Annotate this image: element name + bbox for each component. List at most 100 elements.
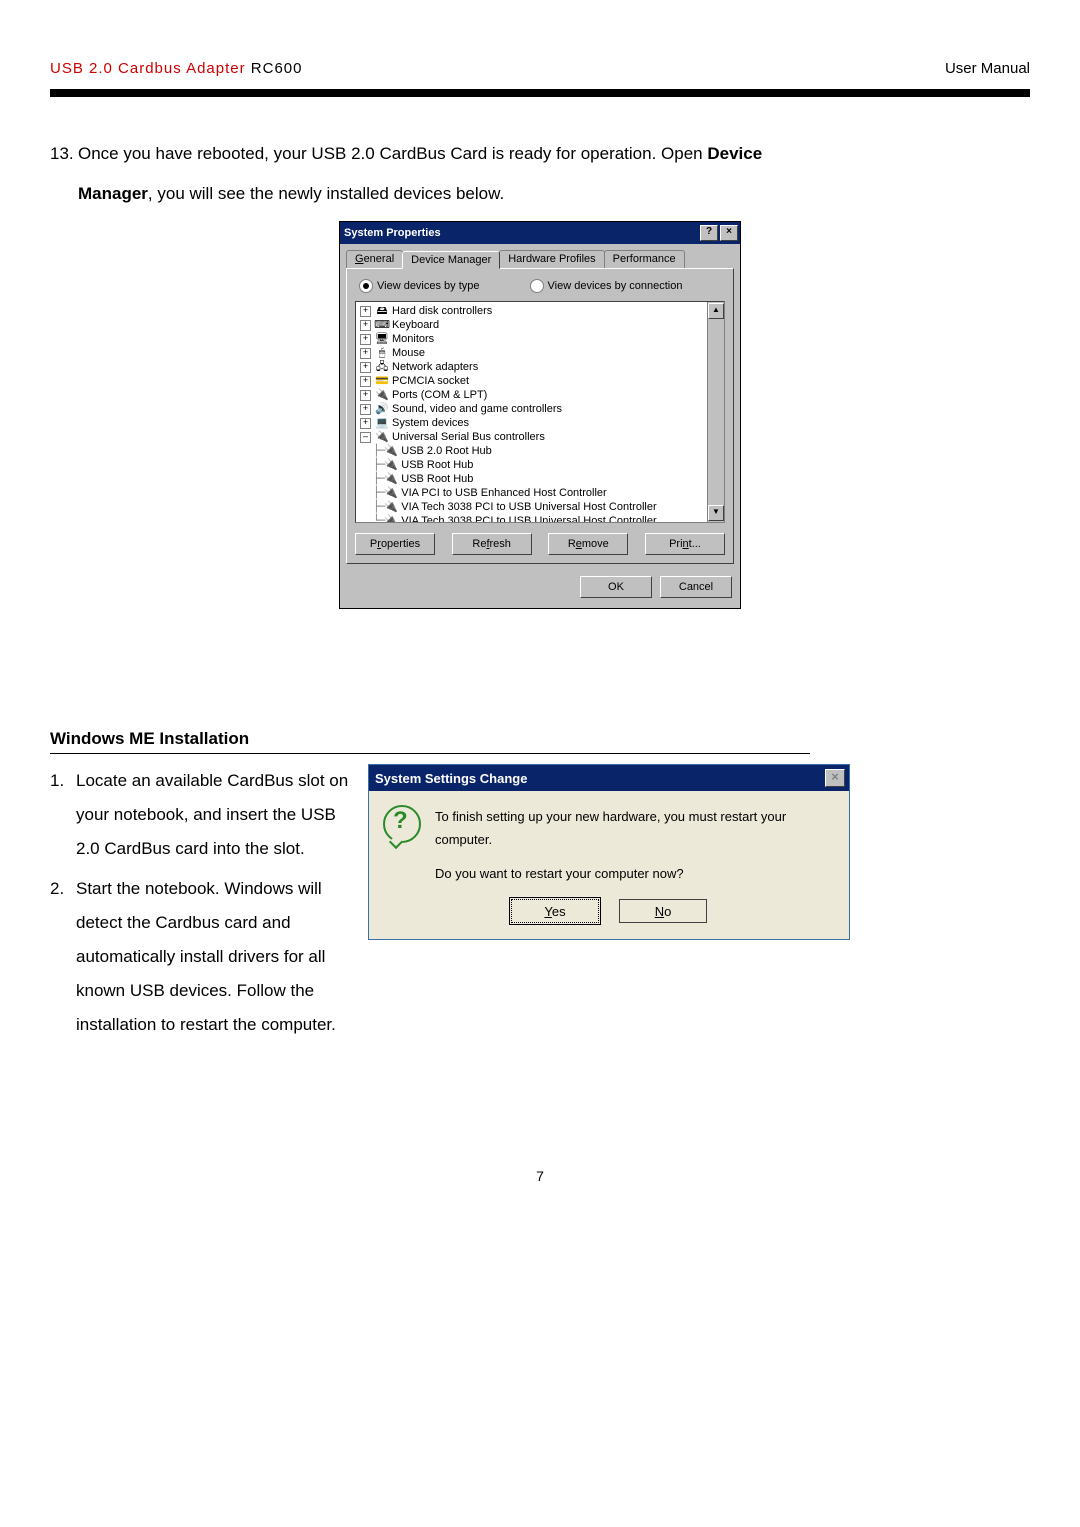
collapse-icon[interactable]: – <box>360 432 371 443</box>
expand-icon[interactable]: + <box>360 390 371 401</box>
usb-hub-icon: 🔌 <box>384 459 398 471</box>
page-number: 7 <box>50 1168 1030 1184</box>
tab-strip: General Device Manager Hardware Profiles… <box>340 244 740 268</box>
step13-bold-2: Manager <box>78 184 148 203</box>
tree-child[interactable]: ├─🔌VIA PCI to USB Enhanced Host Controll… <box>358 486 722 500</box>
step1-text: Locate an available CardBus slot on your… <box>76 764 350 866</box>
keyboard-icon: ⌨ <box>375 319 389 331</box>
scroll-down-icon[interactable]: ▼ <box>708 505 724 521</box>
tree-child[interactable]: └─🔌VIA Tech 3038 PCI to USB Universal Ho… <box>358 514 722 523</box>
usb-controller-icon: 🔌 <box>384 515 398 523</box>
tree-child[interactable]: ├─🔌USB Root Hub <box>358 472 722 486</box>
hdd-icon: 🖴 <box>375 305 389 317</box>
expand-icon[interactable]: + <box>360 306 371 317</box>
tree-item[interactable]: + 🔌Ports (COM & LPT) <box>358 388 722 402</box>
help-icon[interactable]: ? <box>700 225 718 241</box>
tab-general[interactable]: General <box>346 250 403 268</box>
tab-hardware-profiles[interactable]: Hardware Profiles <box>499 250 604 268</box>
ssc-line1: To finish setting up your new hardware, … <box>435 805 835 852</box>
close-icon[interactable]: × <box>720 225 738 241</box>
tree-child[interactable]: ├─🔌USB 2.0 Root Hub <box>358 444 722 458</box>
dialog-title: System Properties <box>344 227 441 239</box>
tree-child[interactable]: ├─🔌USB Root Hub <box>358 458 722 472</box>
no-button[interactable]: No <box>619 899 707 923</box>
ssc-line2: Do you want to restart your computer now… <box>435 862 835 885</box>
tree-label: Monitors <box>392 332 434 346</box>
ports-icon: 🔌 <box>375 389 389 401</box>
expand-icon[interactable]: + <box>360 334 371 345</box>
tree-item[interactable]: + 🖥Monitors <box>358 332 722 346</box>
radio-dot-icon <box>359 279 373 293</box>
page-header: USB 2.0 Cardbus Adapter RC600 User Manua… <box>50 60 1030 77</box>
tree-label: Ports (COM & LPT) <box>392 388 487 402</box>
step2-text: Start the notebook. Windows will detect … <box>76 872 350 1042</box>
tree-label: Mouse <box>392 346 425 360</box>
dialog-text: To finish setting up your new hardware, … <box>435 805 835 885</box>
tree-label: USB 2.0 Root Hub <box>401 444 492 458</box>
refresh-button[interactable]: Refresh <box>452 533 532 555</box>
header-right: User Manual <box>945 60 1030 77</box>
remove-button[interactable]: Remove <box>548 533 628 555</box>
expand-icon[interactable]: + <box>360 376 371 387</box>
monitor-icon: 🖥 <box>375 333 389 345</box>
steps-column: 1. Locate an available CardBus slot on y… <box>50 764 350 1048</box>
radio-type-label: View devices by type <box>377 280 480 292</box>
step-number: 13. <box>50 137 78 171</box>
system-properties-dialog: System Properties ? × General Device Man… <box>339 221 741 609</box>
tree-label: USB Root Hub <box>401 458 473 472</box>
step-number: 1. <box>50 764 76 866</box>
yes-button[interactable]: Yes <box>511 899 599 923</box>
expand-icon[interactable]: + <box>360 404 371 415</box>
system-settings-change-dialog: System Settings Change × To finish setti… <box>368 764 850 940</box>
tree-label: PCMCIA socket <box>392 374 469 388</box>
usb-icon: 🔌 <box>375 431 389 443</box>
radio-dot-icon <box>530 279 544 293</box>
tree-item[interactable]: +🔊Sound, video and game controllers <box>358 402 722 416</box>
tab-panel: View devices by type View devices by con… <box>346 268 734 564</box>
tree-label: Network adapters <box>392 360 478 374</box>
step13-text-a: Once you have rebooted, your USB 2.0 Car… <box>78 144 707 163</box>
tab-device-manager[interactable]: Device Manager <box>402 251 500 269</box>
tab-performance[interactable]: Performance <box>604 250 685 268</box>
usb-controller-icon: 🔌 <box>384 487 398 499</box>
header-rule <box>50 89 1030 97</box>
tree-label: VIA Tech 3038 PCI to USB Universal Host … <box>401 514 656 523</box>
expand-icon[interactable]: + <box>360 320 371 331</box>
properties-button[interactable]: Properties <box>355 533 435 555</box>
radio-view-by-type[interactable]: View devices by type <box>359 279 480 293</box>
tree-item[interactable]: –🔌Universal Serial Bus controllers <box>358 430 722 444</box>
scroll-up-icon[interactable]: ▲ <box>708 303 724 319</box>
tree-item[interactable]: +🖱Mouse <box>358 346 722 360</box>
expand-icon[interactable]: + <box>360 348 371 359</box>
step13-bold-1: Device <box>707 144 762 163</box>
tree-item[interactable]: + ⌨Keyboard <box>358 318 722 332</box>
tree-label: Keyboard <box>392 318 439 332</box>
close-icon[interactable]: × <box>825 769 845 787</box>
tree-item[interactable]: +🖴Hard disk controllers <box>358 304 722 318</box>
radio-view-by-connection[interactable]: View devices by connection <box>530 279 683 293</box>
usb-hub-icon: 🔌 <box>384 445 398 457</box>
usb-controller-icon: 🔌 <box>384 501 398 513</box>
tree-item[interactable]: +🖧Network adapters <box>358 360 722 374</box>
print-button[interactable]: Print... <box>645 533 725 555</box>
expand-icon[interactable]: + <box>360 362 371 373</box>
tree-item[interactable]: +💳PCMCIA socket <box>358 374 722 388</box>
ok-button[interactable]: OK <box>580 576 652 598</box>
cancel-button[interactable]: Cancel <box>660 576 732 598</box>
titlebar[interactable]: System Properties ? × <box>340 222 740 244</box>
usb-hub-icon: 🔌 <box>384 473 398 485</box>
expand-icon[interactable]: + <box>360 418 371 429</box>
tree-label: VIA PCI to USB Enhanced Host Controller <box>401 486 606 500</box>
header-product: USB 2.0 Cardbus Adapter <box>50 60 246 77</box>
section-rule <box>50 753 810 754</box>
device-tree[interactable]: +🖴Hard disk controllers +⌨Keyboard +🖥Mon… <box>355 301 725 523</box>
tree-item[interactable]: +💻System devices <box>358 416 722 430</box>
titlebar[interactable]: System Settings Change × <box>369 765 849 791</box>
tree-label: USB Root Hub <box>401 472 473 486</box>
header-left: USB 2.0 Cardbus Adapter RC600 <box>50 60 302 77</box>
tree-label: Sound, video and game controllers <box>392 402 562 416</box>
scrollbar[interactable]: ▲ ▼ <box>707 302 724 522</box>
header-model: RC600 <box>246 60 303 77</box>
tree-child[interactable]: ├─🔌VIA Tech 3038 PCI to USB Universal Ho… <box>358 500 722 514</box>
system-icon: 💻 <box>375 417 389 429</box>
